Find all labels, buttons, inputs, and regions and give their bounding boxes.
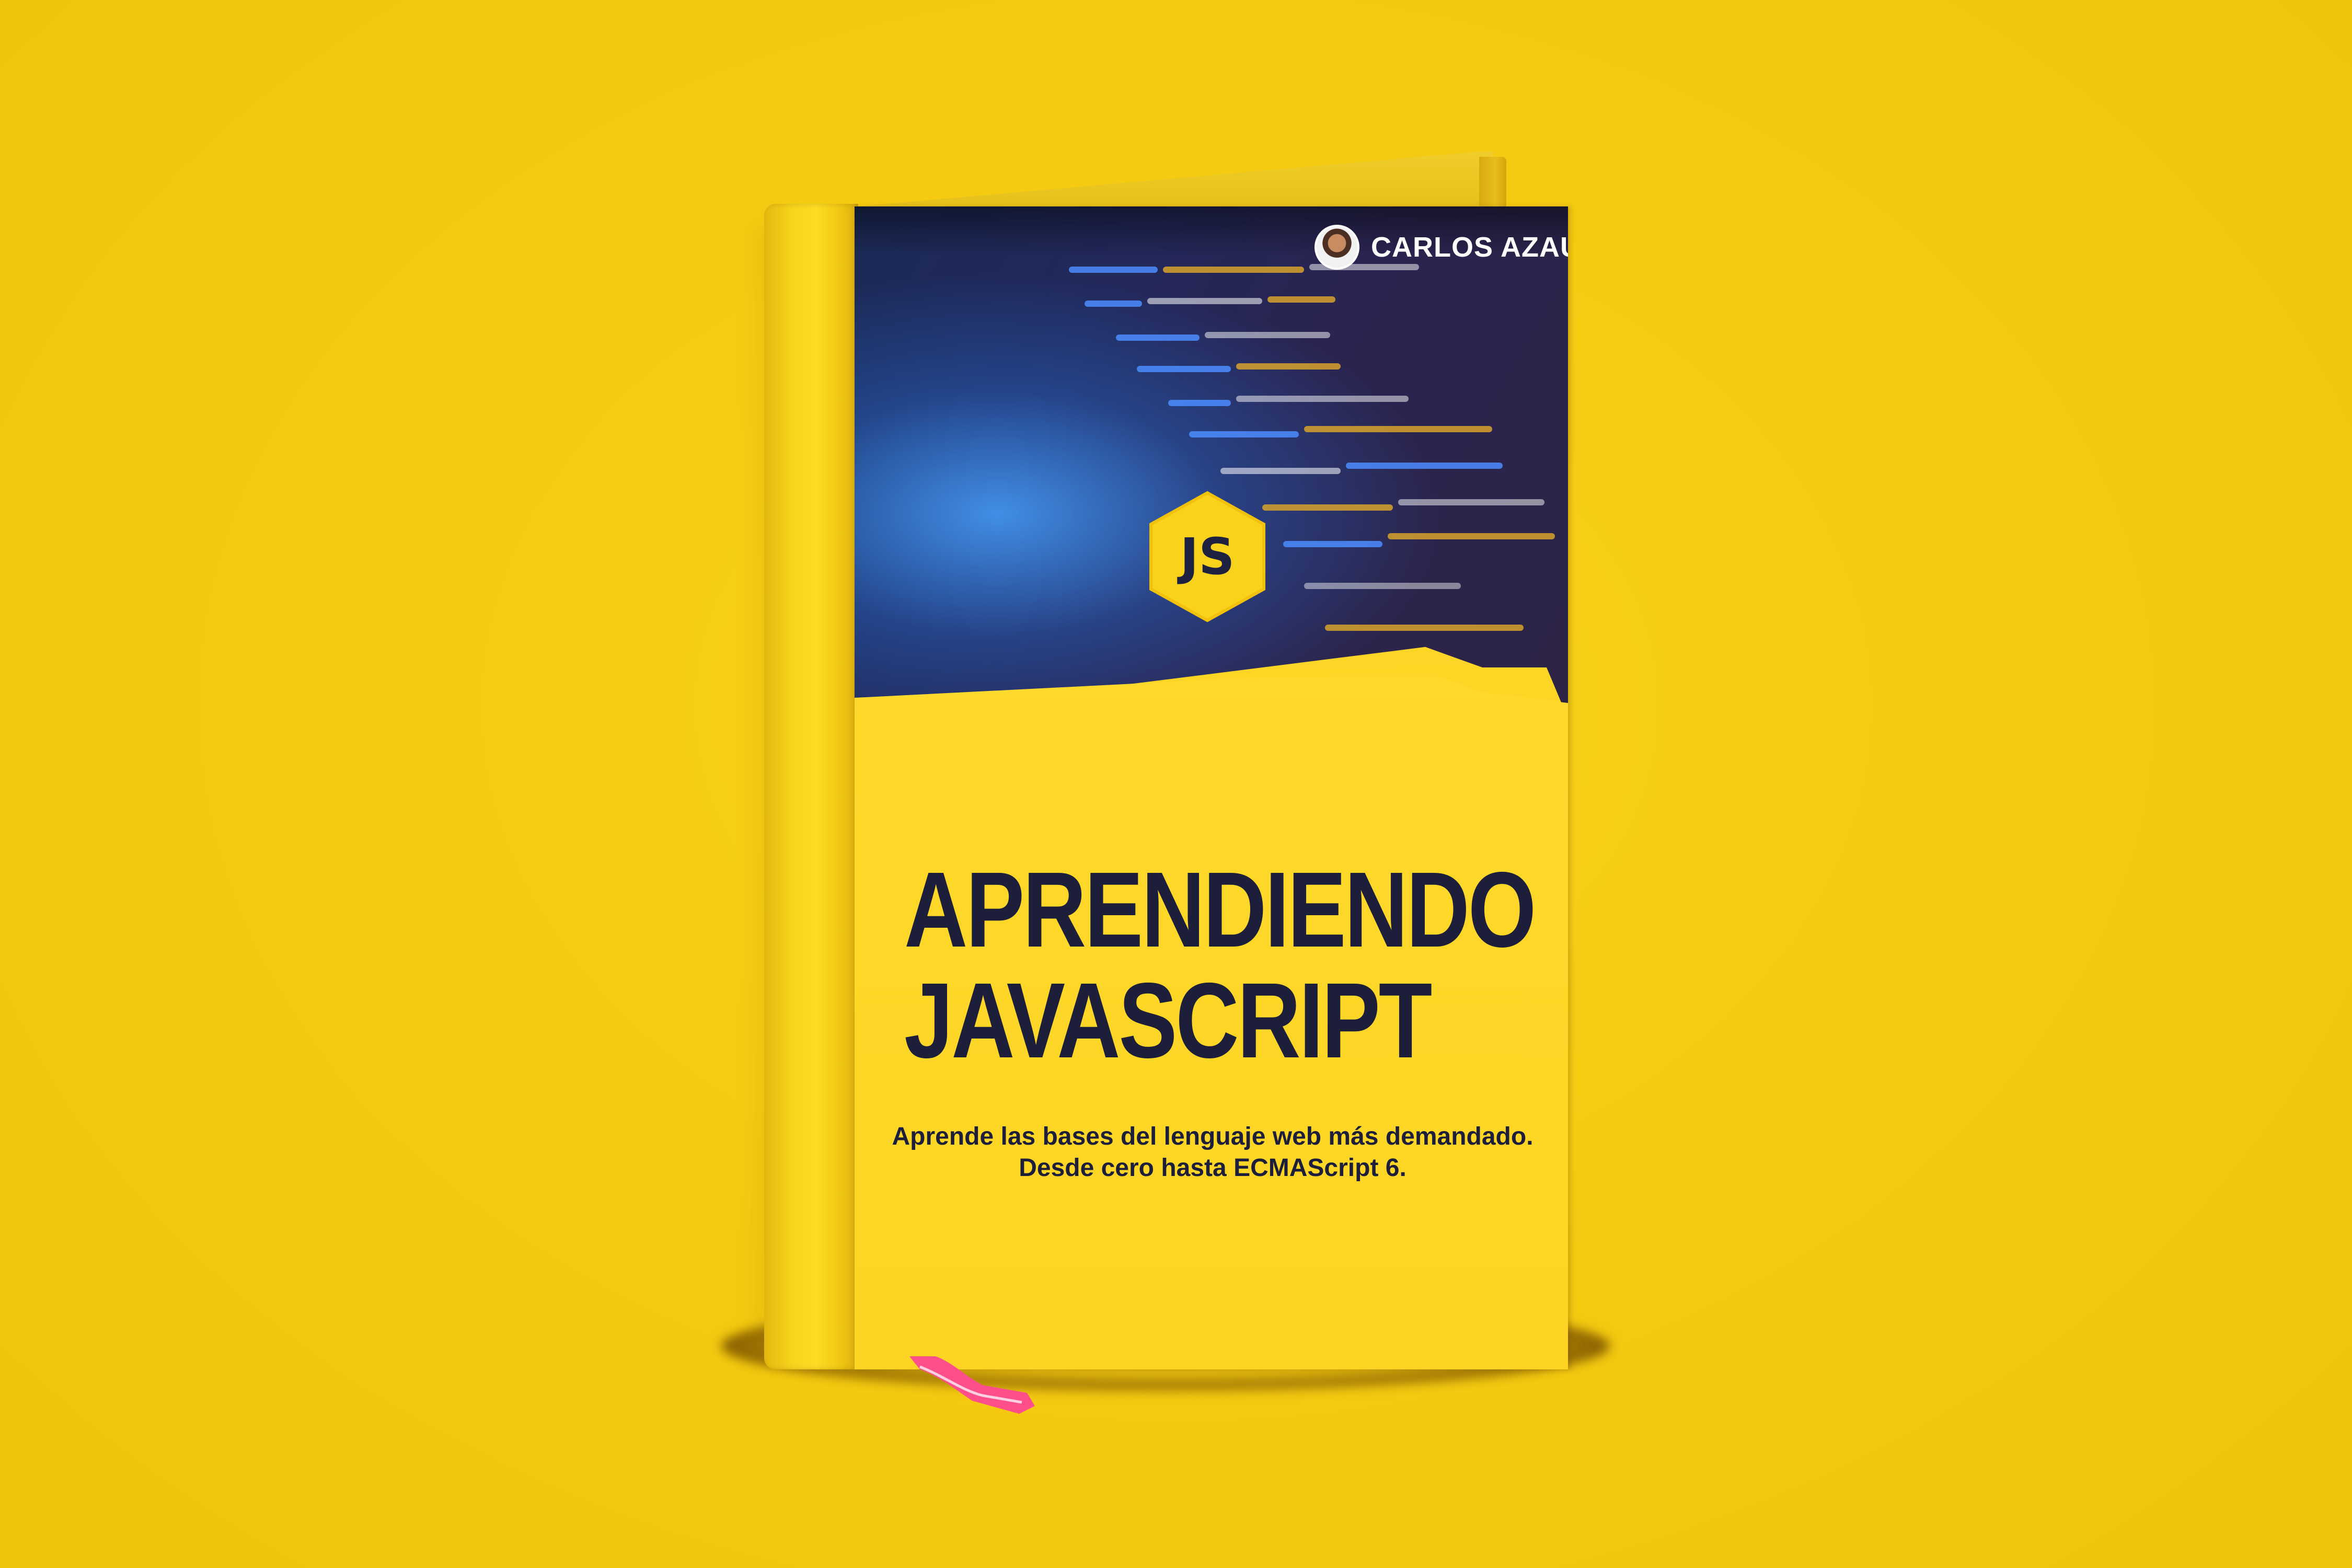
book-cover: CARLOS AZAUSTR JS APRENDIENDO JAVASCRIPT… xyxy=(855,206,1568,1369)
book-title-line: APRENDIENDO xyxy=(904,850,1536,970)
book-pages-top xyxy=(767,152,1494,214)
code-line xyxy=(1236,396,1409,402)
code-line xyxy=(1189,431,1299,437)
code-line xyxy=(1346,463,1503,469)
code-line xyxy=(1398,499,1544,505)
code-line xyxy=(1168,400,1231,406)
code-line xyxy=(1325,625,1524,631)
code-line xyxy=(1267,296,1335,303)
code-line xyxy=(1236,363,1341,370)
book-title-line: JAVASCRIPT xyxy=(904,961,1432,1080)
code-background-image: CARLOS AZAUSTR JS xyxy=(855,206,1568,719)
bookmark-ribbon xyxy=(909,1356,1035,1414)
code-line xyxy=(1304,583,1461,589)
book-title: APRENDIENDO JAVASCRIPT xyxy=(904,850,1536,1080)
code-line xyxy=(1147,298,1262,304)
book-subtitle-line: Desde cero hasta ECMAScript 6. xyxy=(1019,1154,1406,1182)
code-line xyxy=(1137,366,1231,372)
code-line xyxy=(1205,332,1330,338)
code-line xyxy=(1116,335,1200,341)
code-line xyxy=(1304,426,1492,432)
code-line xyxy=(1085,301,1142,307)
product-mockup-scene: CARLOS AZAUSTR JS APRENDIENDO JAVASCRIPT… xyxy=(0,0,2352,1568)
code-line xyxy=(1163,267,1304,273)
code-line xyxy=(1388,533,1555,539)
book-subtitle-line: Aprende las bases del lenguaje web más d… xyxy=(892,1123,1534,1150)
book-spine xyxy=(764,204,858,1369)
js-hexagon-badge: JS xyxy=(1145,489,1270,625)
author-avatar xyxy=(1315,225,1359,270)
book-subtitle: Aprende las bases del lenguaje web más d… xyxy=(891,1121,1534,1184)
author-name: CARLOS AZAUSTR xyxy=(1371,232,1568,263)
code-line xyxy=(1069,267,1158,273)
code-line xyxy=(1220,468,1341,474)
code-line xyxy=(1262,504,1393,511)
ribbon-icon xyxy=(909,1356,1035,1414)
js-badge-label: JS xyxy=(1180,527,1235,586)
author-block: CARLOS AZAUSTR xyxy=(1315,225,1568,270)
code-line xyxy=(1283,541,1382,547)
